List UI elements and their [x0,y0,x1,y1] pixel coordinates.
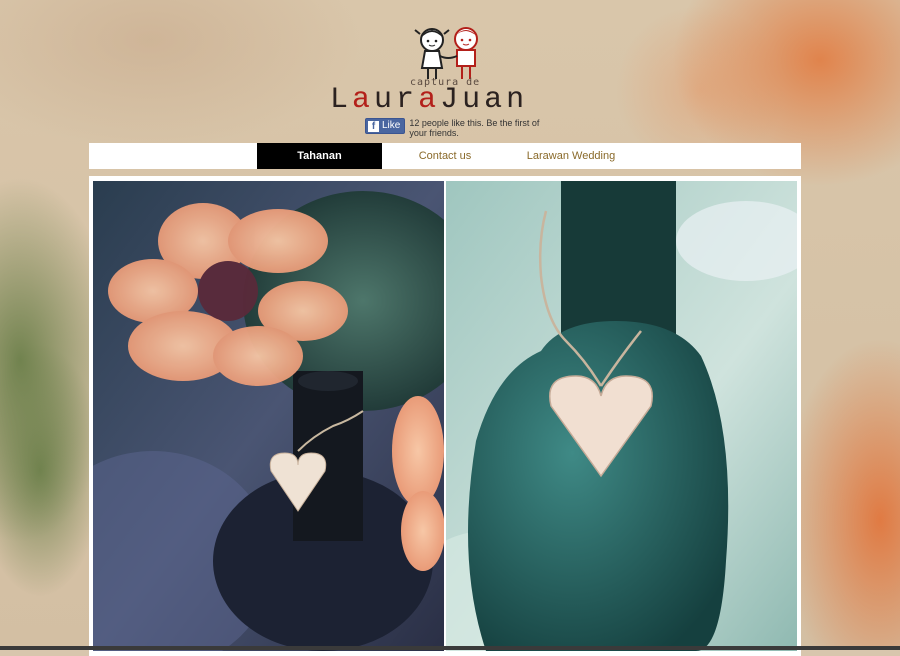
nav-item-tahanan[interactable]: Tahanan [257,143,382,169]
facebook-like-button[interactable]: f Like [365,118,406,134]
gallery-photo-left[interactable] [93,181,444,651]
nav-item-larawan-wedding[interactable]: Larawan Wedding [509,143,633,169]
logo-text-laura: Laura [330,83,441,117]
facebook-like-widget: f Like 12 people like this. Be the first… [365,118,559,138]
facebook-like-label: Like [382,120,401,131]
page-bottom-bar [0,646,900,650]
photo-gallery [89,176,801,656]
site-header: captura de LauraJuan f Like 12 people li… [0,0,900,143]
gallery-photo-right[interactable] [446,181,797,651]
main-navigation: Tahanan Contact us Larawan Wedding [89,143,801,169]
couple-mascot-icon [414,27,478,79]
facebook-f-icon: f [368,120,379,132]
site-logo[interactable]: LauraJuan [330,84,528,116]
facebook-like-count-text: 12 people like this. Be the first of you… [409,118,540,138]
nav-item-contact-us[interactable]: Contact us [397,143,493,169]
logo-text-juan: Juan [440,83,529,117]
